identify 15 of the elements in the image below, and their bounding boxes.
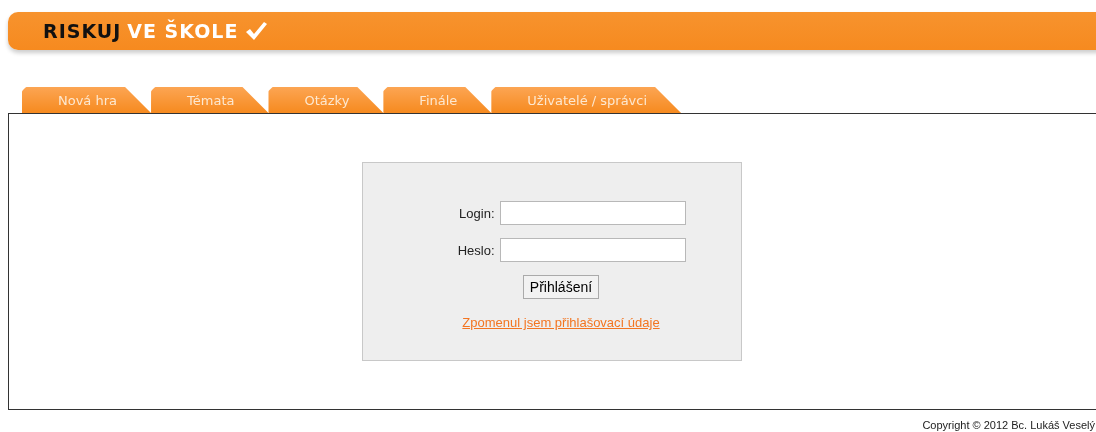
nav-tab[interactable]: Otázky — [268, 87, 384, 113]
input-field[interactable] — [499, 201, 686, 225]
field-label: Login: — [458, 205, 495, 221]
login-button[interactable]: Přihlášení — [522, 275, 600, 299]
logo-text: RISKUJ — [43, 20, 122, 42]
nav-tab[interactable]: Nová hra — [22, 87, 152, 113]
forgot-link[interactable]: Zpomenul jsem přihlašovací údaje — [462, 315, 660, 330]
nav-tab[interactable]: Finále — [383, 87, 492, 113]
field-label: Heslo: — [456, 242, 495, 258]
checkmark-icon — [244, 21, 269, 41]
nav-tab[interactable]: Uživatelé / správci — [491, 87, 682, 113]
copyright-text: Copyright © 2012 Bc. Lukáš Veselý — [922, 419, 1095, 431]
logo-text: VE ŠKOLE — [127, 20, 239, 42]
input-field[interactable] — [499, 238, 686, 262]
nav-tab[interactable]: Témata — [151, 87, 269, 113]
